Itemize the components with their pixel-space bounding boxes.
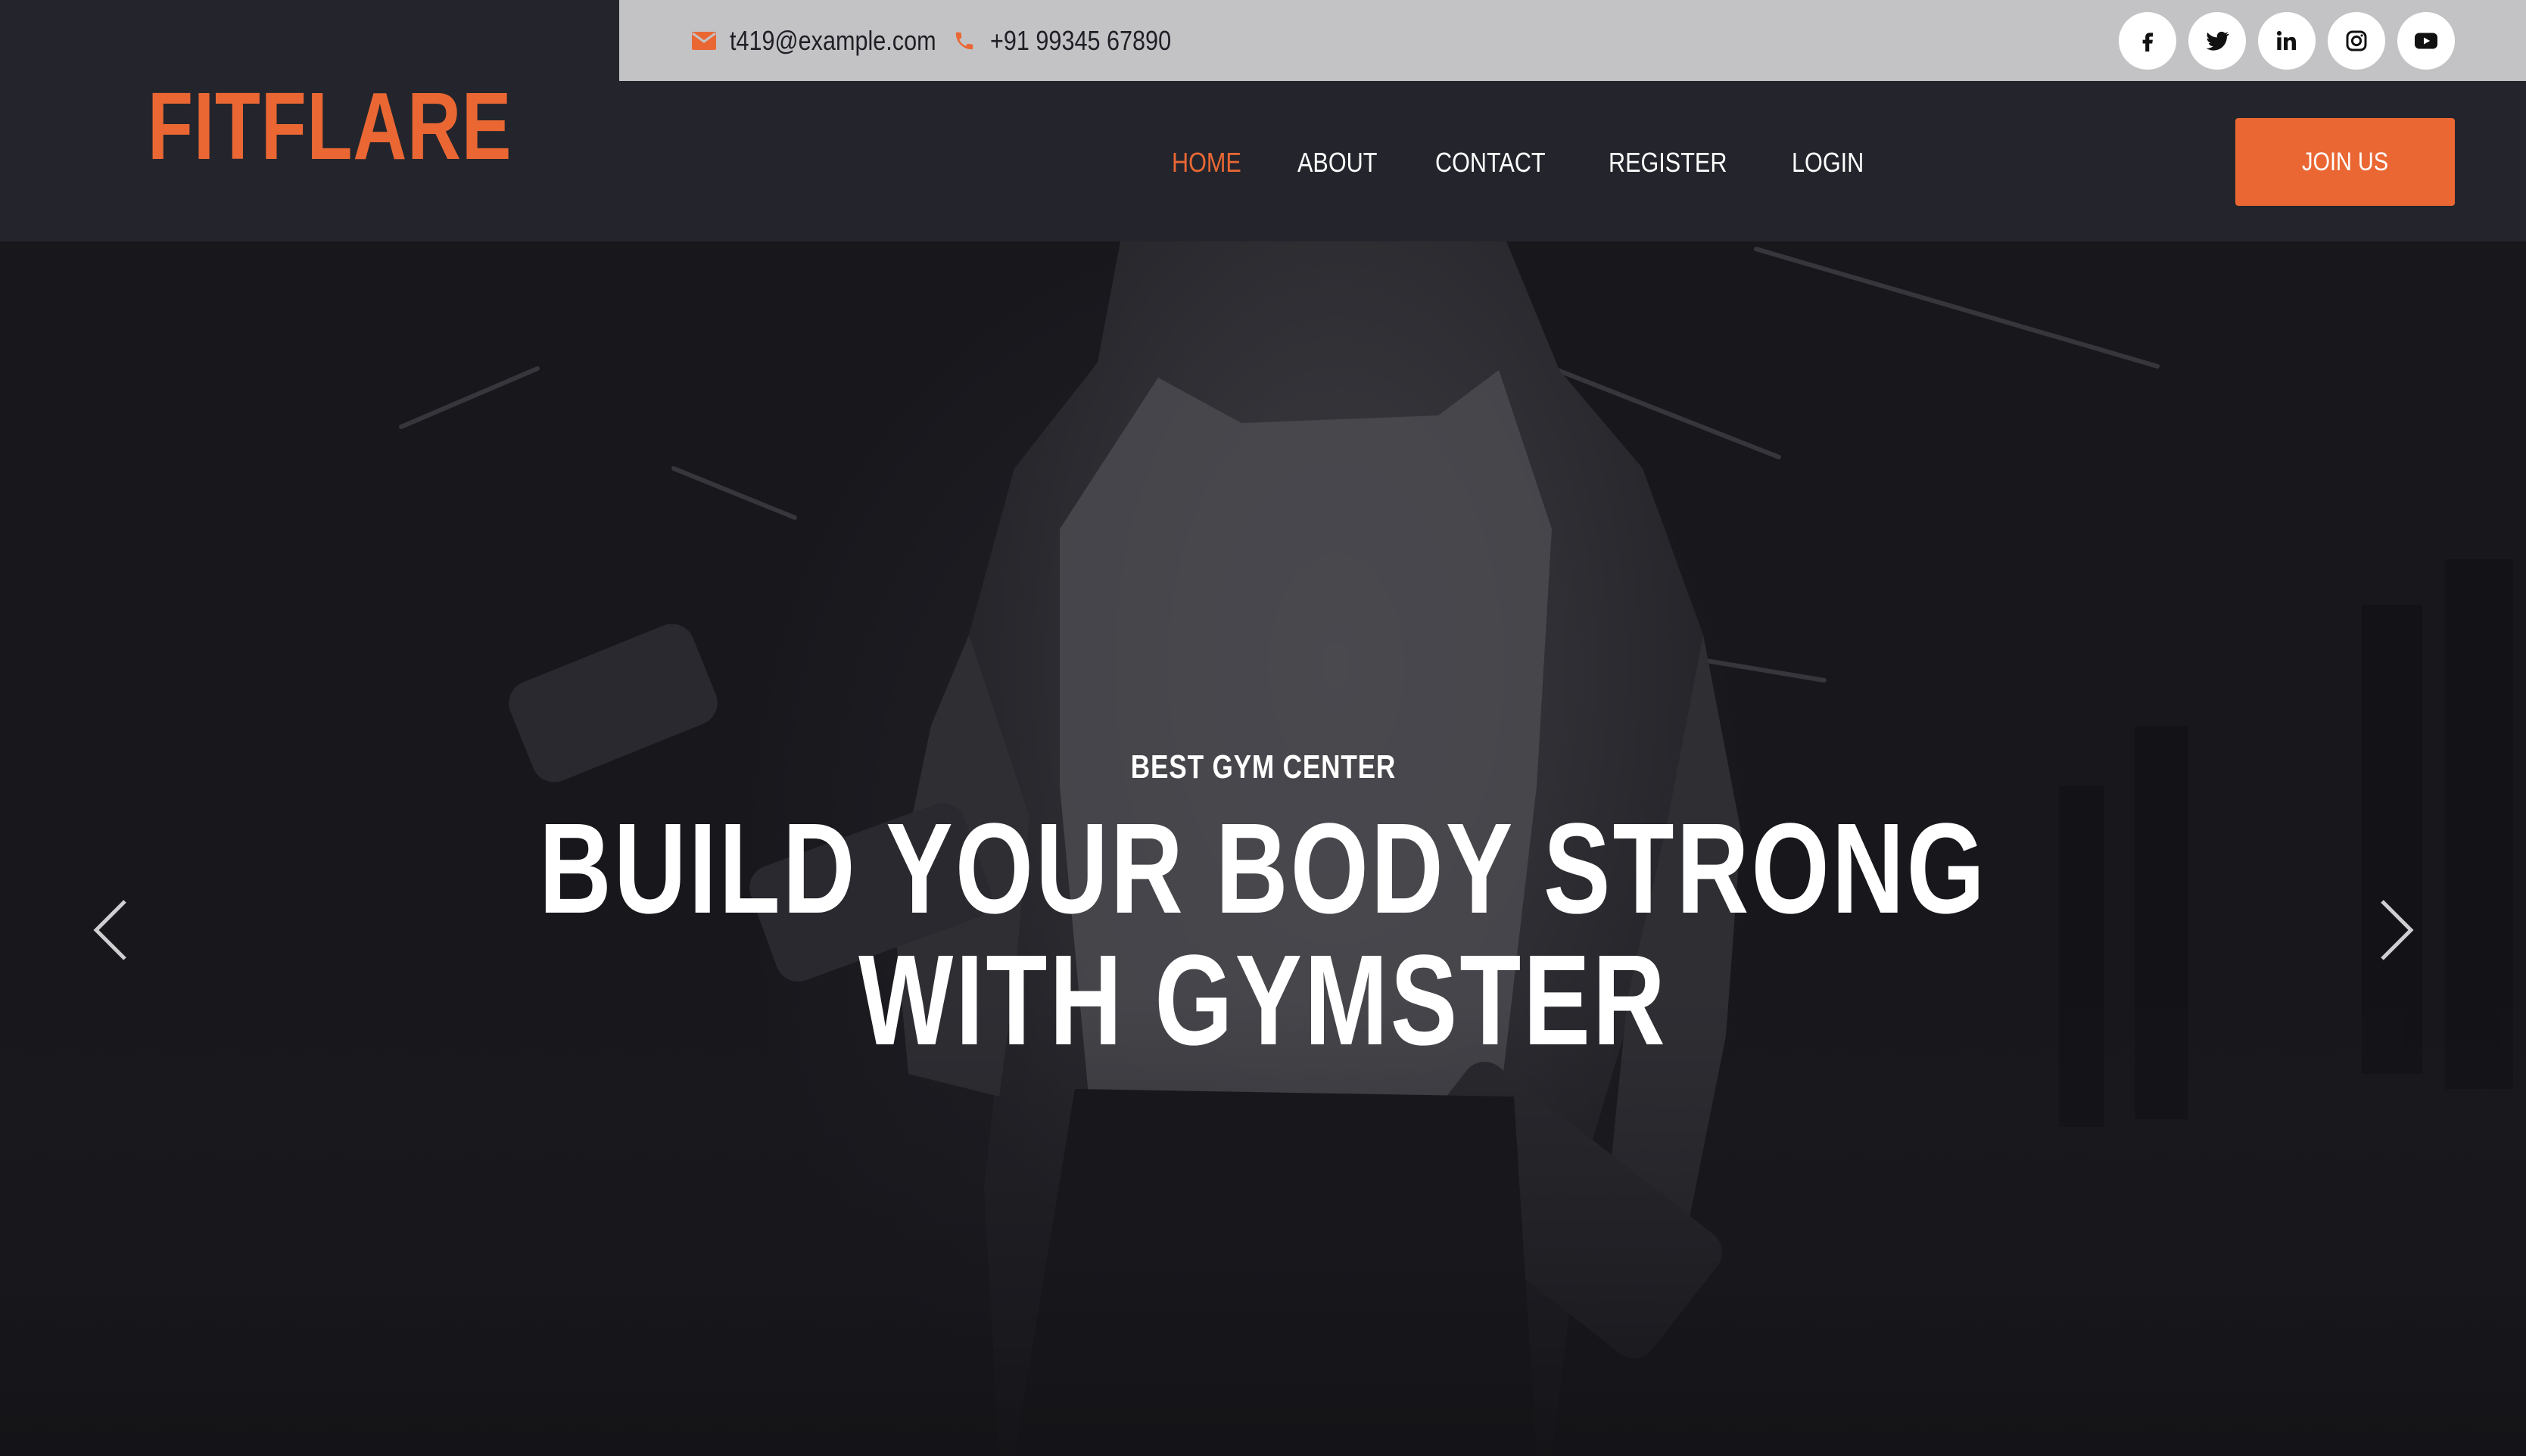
join-us-button[interactable]: JOIN US <box>2235 118 2455 206</box>
linkedin-icon <box>2276 30 2296 50</box>
social-links <box>2119 12 2455 70</box>
nav-item-register[interactable]: REGISTER <box>1609 147 1727 179</box>
slider-next-button[interactable] <box>2366 885 2427 975</box>
phone-contact[interactable]: +91 99345 67890 <box>951 0 1203 81</box>
chevron-left-icon <box>93 900 126 960</box>
nav-item-home[interactable]: HOME <box>1172 147 1241 179</box>
email-text: t419@example.com <box>730 24 936 56</box>
email-contact[interactable]: t419@example.com <box>690 0 973 81</box>
hero-title: BUILD YOUR BODY STRONG WITH GYMSTER <box>0 803 2526 1066</box>
chevron-right-icon <box>2381 900 2414 960</box>
phone-icon <box>951 27 978 54</box>
hero-title-line-2: WITH GYMSTER <box>858 929 1668 1072</box>
hero-title-line-1: BUILD YOUR BODY STRONG <box>539 797 1987 941</box>
envelope-icon <box>690 27 718 54</box>
nav-item-about[interactable]: ABOUT <box>1297 147 1377 179</box>
nav-item-contact[interactable]: CONTACT <box>1435 147 1546 179</box>
twitter-link[interactable] <box>2188 12 2246 70</box>
instagram-link[interactable] <box>2328 12 2385 70</box>
hero-content: BEST GYM CENTER BUILD YOUR BODY STRONG W… <box>0 748 2526 1066</box>
linkedin-link[interactable] <box>2258 12 2316 70</box>
top-bar: t419@example.com +91 99345 67890 <box>619 0 2526 81</box>
site-header: FITFLARE t419@example.com +91 99345 6789… <box>0 0 2526 241</box>
nav-item-login[interactable]: LOGIN <box>1792 147 1864 179</box>
twitter-icon <box>2206 31 2229 51</box>
hero-subtitle: BEST GYM CENTER <box>1130 748 1396 786</box>
facebook-link[interactable] <box>2119 12 2176 70</box>
phone-text: +91 99345 67890 <box>990 24 1172 56</box>
join-us-label: JOIN US <box>2301 147 2389 176</box>
main-nav: HOME ABOUT CONTACT REGISTER LOGIN <box>1172 129 1920 197</box>
hero-slider: BEST GYM CENTER BUILD YOUR BODY STRONG W… <box>0 241 2526 1456</box>
instagram-icon <box>2346 30 2367 51</box>
facebook-icon <box>2142 33 2154 52</box>
site-logo[interactable]: FITFLARE <box>148 79 512 174</box>
youtube-icon <box>2415 33 2437 49</box>
youtube-link[interactable] <box>2397 12 2455 70</box>
slider-prev-button[interactable] <box>80 885 141 975</box>
brand-area: FITFLARE <box>0 0 619 241</box>
